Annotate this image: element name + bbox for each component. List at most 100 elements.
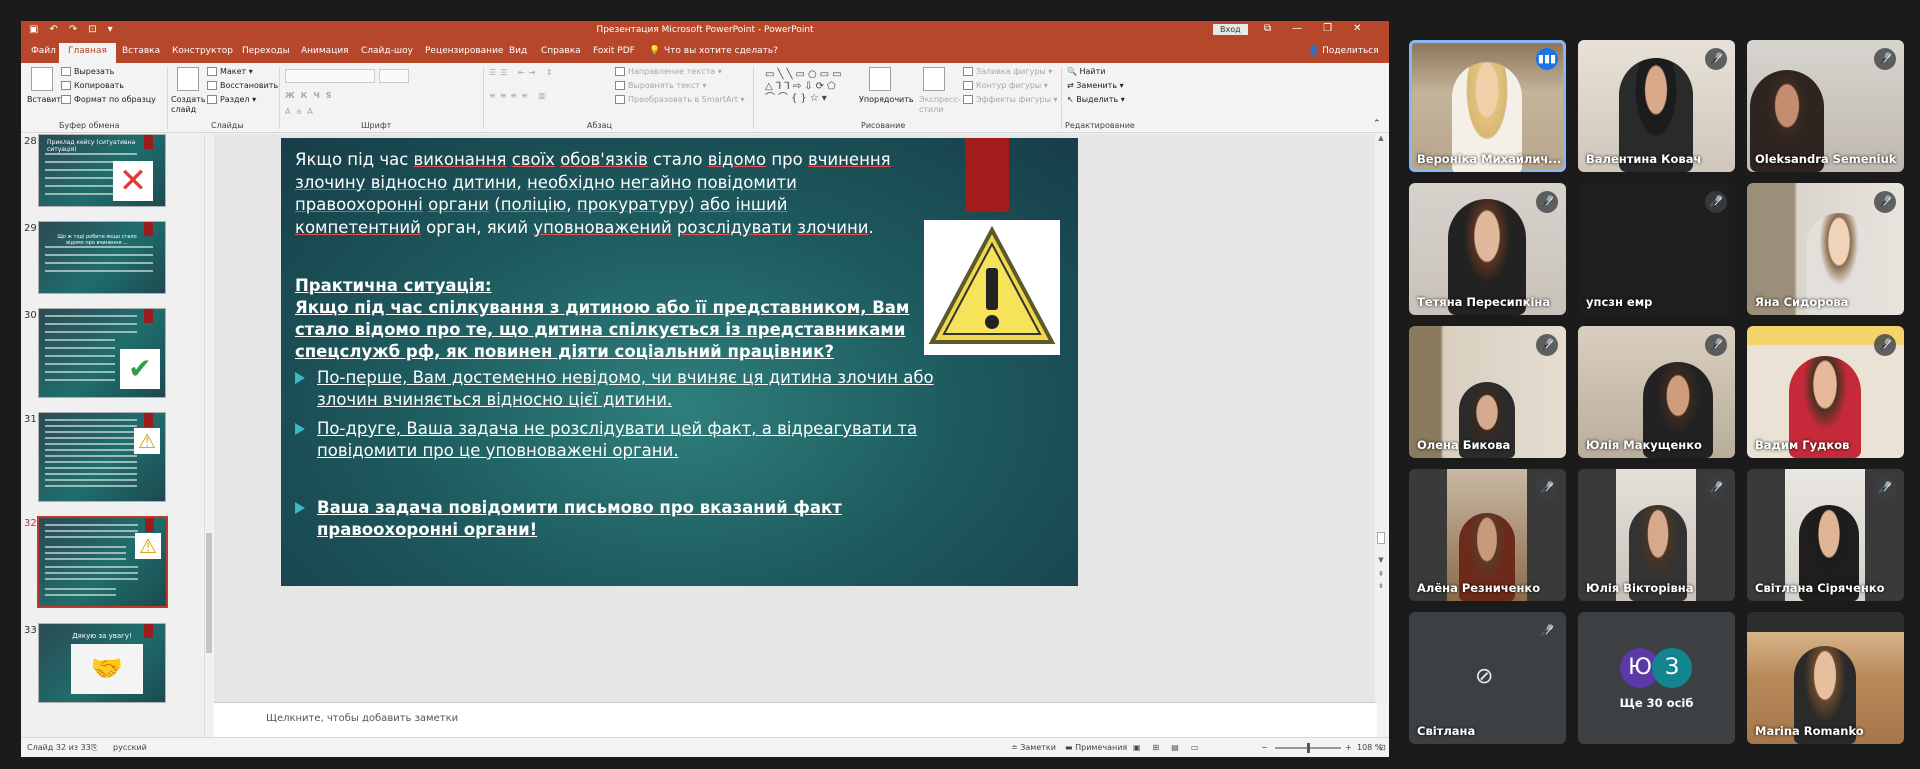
paste-button[interactable]: Вставить bbox=[27, 95, 66, 104]
tab-transitions[interactable]: Переходы bbox=[242, 46, 290, 56]
smartart-button[interactable]: Преобразовать в SmartArt ▾ bbox=[615, 95, 744, 104]
slide-thumbnail-28[interactable]: Приклад кейсу (ситуативна ситуація) ✕ bbox=[38, 134, 166, 207]
zoom-out-icon[interactable]: − bbox=[1261, 743, 1268, 752]
thumbnail-line bbox=[45, 355, 115, 357]
find-button[interactable]: 🔍 Найти bbox=[1067, 67, 1106, 76]
participant-tile[interactable]: 🎤̸ Алёна Резниченко bbox=[1409, 469, 1566, 601]
align-text-button[interactable]: Выровнять текст ▾ bbox=[615, 81, 707, 90]
share-button[interactable]: 👤 Поделиться bbox=[1308, 46, 1379, 56]
participant-tile[interactable]: 🎤̸ Юлія Вікторівна bbox=[1578, 469, 1735, 601]
tell-me-search[interactable]: Что вы хотите сделать? bbox=[664, 46, 778, 56]
select-button[interactable]: ↖ Выделить ▾ bbox=[1067, 95, 1125, 104]
language-indicator[interactable]: русский bbox=[113, 743, 147, 752]
login-button[interactable]: Вход bbox=[1213, 24, 1248, 35]
font-color-buttons[interactable]: AaA bbox=[285, 107, 319, 116]
bullet-text: По-друге, Ваша задача не розслідувати це… bbox=[317, 419, 918, 460]
font-size-box[interactable] bbox=[379, 69, 409, 83]
scrollbar-thumb[interactable] bbox=[206, 533, 212, 653]
quick-styles-button[interactable]: Экспресс-стили bbox=[919, 95, 961, 115]
scroll-down-icon[interactable]: ▼ bbox=[1375, 556, 1387, 564]
slide-thumbnail-32-selected[interactable]: ⚠ bbox=[37, 516, 168, 608]
arrange-icon[interactable] bbox=[869, 67, 891, 91]
slide-thumbnail-30[interactable]: ✔ bbox=[38, 308, 166, 398]
tab-file[interactable]: Файл bbox=[31, 46, 56, 56]
current-slide[interactable]: Якщо під час виконання своїх обов'язків … bbox=[281, 138, 1078, 586]
view-buttons[interactable]: ▣⊞▤▭ bbox=[1133, 743, 1210, 752]
minimize-icon[interactable]: — bbox=[1292, 23, 1302, 34]
close-icon[interactable]: ✕ bbox=[1353, 23, 1361, 34]
scrollbar-thumb[interactable] bbox=[1377, 532, 1385, 544]
participant-tile[interactable]: ▮▮▮ Вероніка Михайлич... bbox=[1409, 40, 1566, 172]
arrange-button[interactable]: Упорядочить bbox=[859, 95, 914, 104]
spellcheck-icon[interactable]: ⎘ bbox=[91, 743, 97, 753]
participant-name: Валентина Ковач bbox=[1586, 152, 1702, 166]
participant-tile[interactable]: 🎤̸ упсзн емр bbox=[1578, 183, 1735, 315]
participant-tile[interactable]: 🎤̸ Oleksandra Semeniuk bbox=[1747, 40, 1904, 172]
tab-slideshow[interactable]: Слайд-шоу bbox=[361, 46, 413, 56]
shape-outline-button[interactable]: Контур фигуры ▾ bbox=[963, 81, 1048, 90]
zoom-slider-knob[interactable] bbox=[1307, 743, 1310, 753]
reset-button[interactable]: Восстановить bbox=[207, 81, 278, 90]
warning-icon: ⚠ bbox=[134, 428, 160, 454]
layout-button[interactable]: Макет ▾ bbox=[207, 67, 253, 76]
section-button[interactable]: Раздел ▾ bbox=[207, 95, 256, 104]
participant-tile[interactable]: 🎤̸ Вадим Гудков bbox=[1747, 326, 1904, 458]
shapes-gallery[interactable]: ▭╲╲▭○▭▭ △⅂⅂⇨⇩⟳⬠ ⌒⌒{}☆▾ bbox=[765, 69, 857, 107]
notes-pane[interactable]: Щелкните, чтобы добавить заметки bbox=[214, 702, 1377, 737]
editor-scrollbar[interactable]: ▲ ▼ ⇞ ⇟ bbox=[1375, 134, 1387, 702]
scroll-up-icon[interactable]: ▲ bbox=[1375, 134, 1387, 142]
thumbnails-scrollbar[interactable] bbox=[204, 134, 213, 737]
shape-fill-button[interactable]: Заливка фигуры ▾ bbox=[963, 67, 1052, 76]
shape-effects-button[interactable]: Эффекты фигуры ▾ bbox=[963, 95, 1057, 104]
participant-tile[interactable]: 🎤̸ Юлія Макущенко bbox=[1578, 326, 1735, 458]
comments-button[interactable]: ▬ Примечания bbox=[1065, 743, 1127, 752]
list-buttons[interactable]: ☰☰ ⇤⇥ ↕ bbox=[489, 68, 557, 77]
thumbnail-line bbox=[45, 339, 115, 341]
fit-slide-icon[interactable]: ⊡ bbox=[1379, 743, 1386, 752]
participant-tile[interactable]: 🎤̸ Тетяна Пересипкіна bbox=[1409, 183, 1566, 315]
paragraph-text: , bbox=[516, 172, 527, 192]
copy-button[interactable]: Копировать bbox=[61, 81, 124, 90]
tab-view[interactable]: Вид bbox=[509, 46, 527, 56]
participant-tile[interactable]: 🎤̸ Яна Сидорова bbox=[1747, 183, 1904, 315]
format-painter-button[interactable]: Формат по образцу bbox=[61, 95, 156, 104]
replace-button[interactable]: ⇄ Заменить ▾ bbox=[1067, 81, 1124, 90]
paste-icon[interactable] bbox=[31, 67, 53, 91]
align-buttons[interactable]: ≡≡≡≡ ▥ bbox=[489, 91, 550, 100]
quick-styles-icon[interactable] bbox=[923, 67, 945, 91]
tab-foxit-pdf[interactable]: Foxit PDF bbox=[593, 46, 635, 56]
text-direction-button[interactable]: Направление текста ▾ bbox=[615, 67, 722, 76]
slide-counter: Слайд 32 из 33 bbox=[27, 743, 91, 752]
restore-icon[interactable]: ❐ bbox=[1323, 23, 1332, 34]
participant-tile[interactable]: Marina Romanko bbox=[1747, 612, 1904, 744]
next-slide-icon[interactable]: ⇟ bbox=[1375, 582, 1387, 590]
font-format-buttons[interactable]: ЖКЧS bbox=[285, 91, 338, 100]
new-slide-button[interactable]: Создать слайд bbox=[171, 95, 206, 115]
font-name-box[interactable] bbox=[285, 69, 375, 83]
mic-muted-icon: 🎤̸ bbox=[1874, 191, 1896, 213]
practical-question: Якщо під час спілкування з дитиною або ї… bbox=[295, 298, 910, 361]
new-slide-icon[interactable] bbox=[177, 67, 199, 91]
slide-thumbnail-31[interactable]: ⚠ bbox=[38, 412, 166, 502]
tab-review[interactable]: Рецензирование bbox=[425, 46, 503, 56]
tab-insert[interactable]: Вставка bbox=[122, 46, 160, 56]
previous-slide-icon[interactable]: ⇞ bbox=[1375, 570, 1387, 578]
tab-home[interactable]: Главная bbox=[59, 43, 116, 63]
tab-design[interactable]: Конструктор bbox=[172, 46, 233, 56]
slide-thumbnail-33[interactable]: Дякую за увагу! 🤝 bbox=[38, 623, 166, 703]
zoom-in-icon[interactable]: + bbox=[1345, 743, 1352, 752]
ribbon-display-icon[interactable]: ⧉ bbox=[1264, 23, 1271, 34]
tab-help[interactable]: Справка bbox=[541, 46, 581, 56]
participant-tile[interactable]: 🎤̸ Олена Бикова bbox=[1409, 326, 1566, 458]
cut-button[interactable]: Вырезать bbox=[61, 67, 114, 76]
warning-picture[interactable] bbox=[924, 220, 1060, 355]
participant-tile[interactable]: 🎤̸ Валентина Ковач bbox=[1578, 40, 1735, 172]
more-participants-tile[interactable]: Ю З Ще 30 осіб bbox=[1578, 612, 1735, 744]
participant-tile[interactable]: 🎤̸ Світлана Сіряченко bbox=[1747, 469, 1904, 601]
tell-me-icon[interactable]: 💡 bbox=[649, 46, 660, 56]
notes-button[interactable]: ≐ Заметки bbox=[1011, 743, 1056, 752]
tab-animations[interactable]: Анимация bbox=[301, 46, 349, 56]
slide-thumbnail-29[interactable]: Що ж тоді робити якщо стало відомо про в… bbox=[38, 221, 166, 294]
collapse-ribbon-icon[interactable]: ⌃ bbox=[1373, 119, 1381, 129]
participant-tile[interactable]: ⊘ 🎤̸ Світлана bbox=[1409, 612, 1566, 744]
